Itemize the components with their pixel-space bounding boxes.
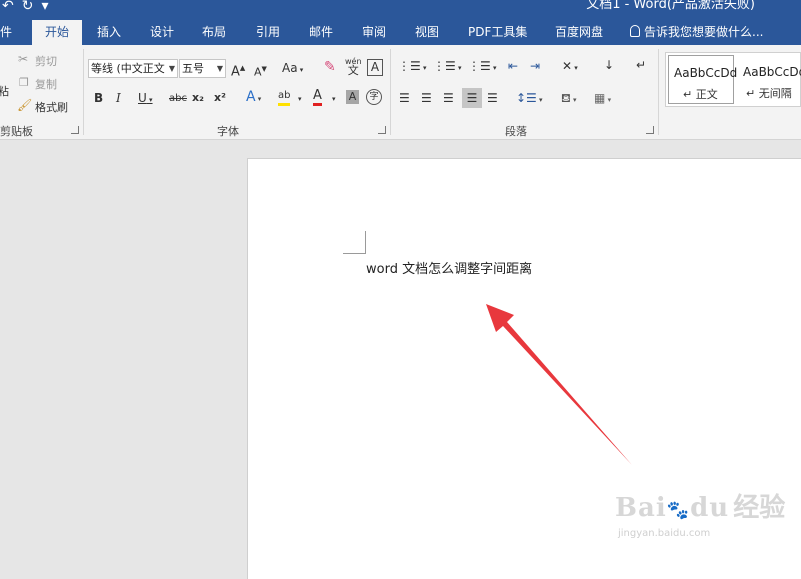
annotation-arrow (486, 304, 632, 465)
watermark-brand-2: du (690, 493, 730, 523)
annotation-arrow-shape (486, 304, 632, 465)
baidu-watermark: Bai🐾du 经验 (615, 487, 785, 524)
watermark-brand: Bai (615, 493, 667, 523)
paw-icon: 🐾 (666, 500, 691, 521)
watermark-sub: 经验 (733, 493, 786, 523)
watermark-url: jingyan.baidu.com (618, 528, 711, 539)
